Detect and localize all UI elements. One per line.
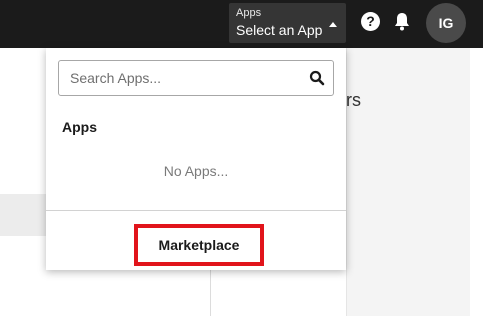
apps-section-title: Apps <box>62 119 97 135</box>
search-apps-input[interactable] <box>59 61 299 95</box>
top-navigation-bar: Apps Select an App ? IG <box>0 0 483 48</box>
apps-dropdown: Apps No Apps... Marketplace <box>46 48 346 270</box>
dropdown-divider <box>46 210 346 211</box>
app-switcher-eyebrow: Apps <box>236 7 262 19</box>
background-heading-fragment: rs <box>346 90 361 110</box>
background-divider <box>210 270 211 316</box>
background-selected-row <box>0 194 46 236</box>
help-icon[interactable]: ? <box>361 12 380 31</box>
app-switcher-button[interactable]: Apps Select an App <box>229 3 346 43</box>
no-apps-message: No Apps... <box>163 163 229 179</box>
marketplace-button[interactable]: Marketplace <box>134 224 264 266</box>
background-right-panel <box>346 48 470 316</box>
user-avatar[interactable]: IG <box>426 3 466 43</box>
caret-up-icon <box>329 22 337 27</box>
search-icon[interactable] <box>309 70 325 86</box>
bell-icon[interactable] <box>393 12 411 32</box>
app-switcher-current-app: Select an App <box>236 22 323 38</box>
search-apps-field[interactable] <box>58 60 334 96</box>
